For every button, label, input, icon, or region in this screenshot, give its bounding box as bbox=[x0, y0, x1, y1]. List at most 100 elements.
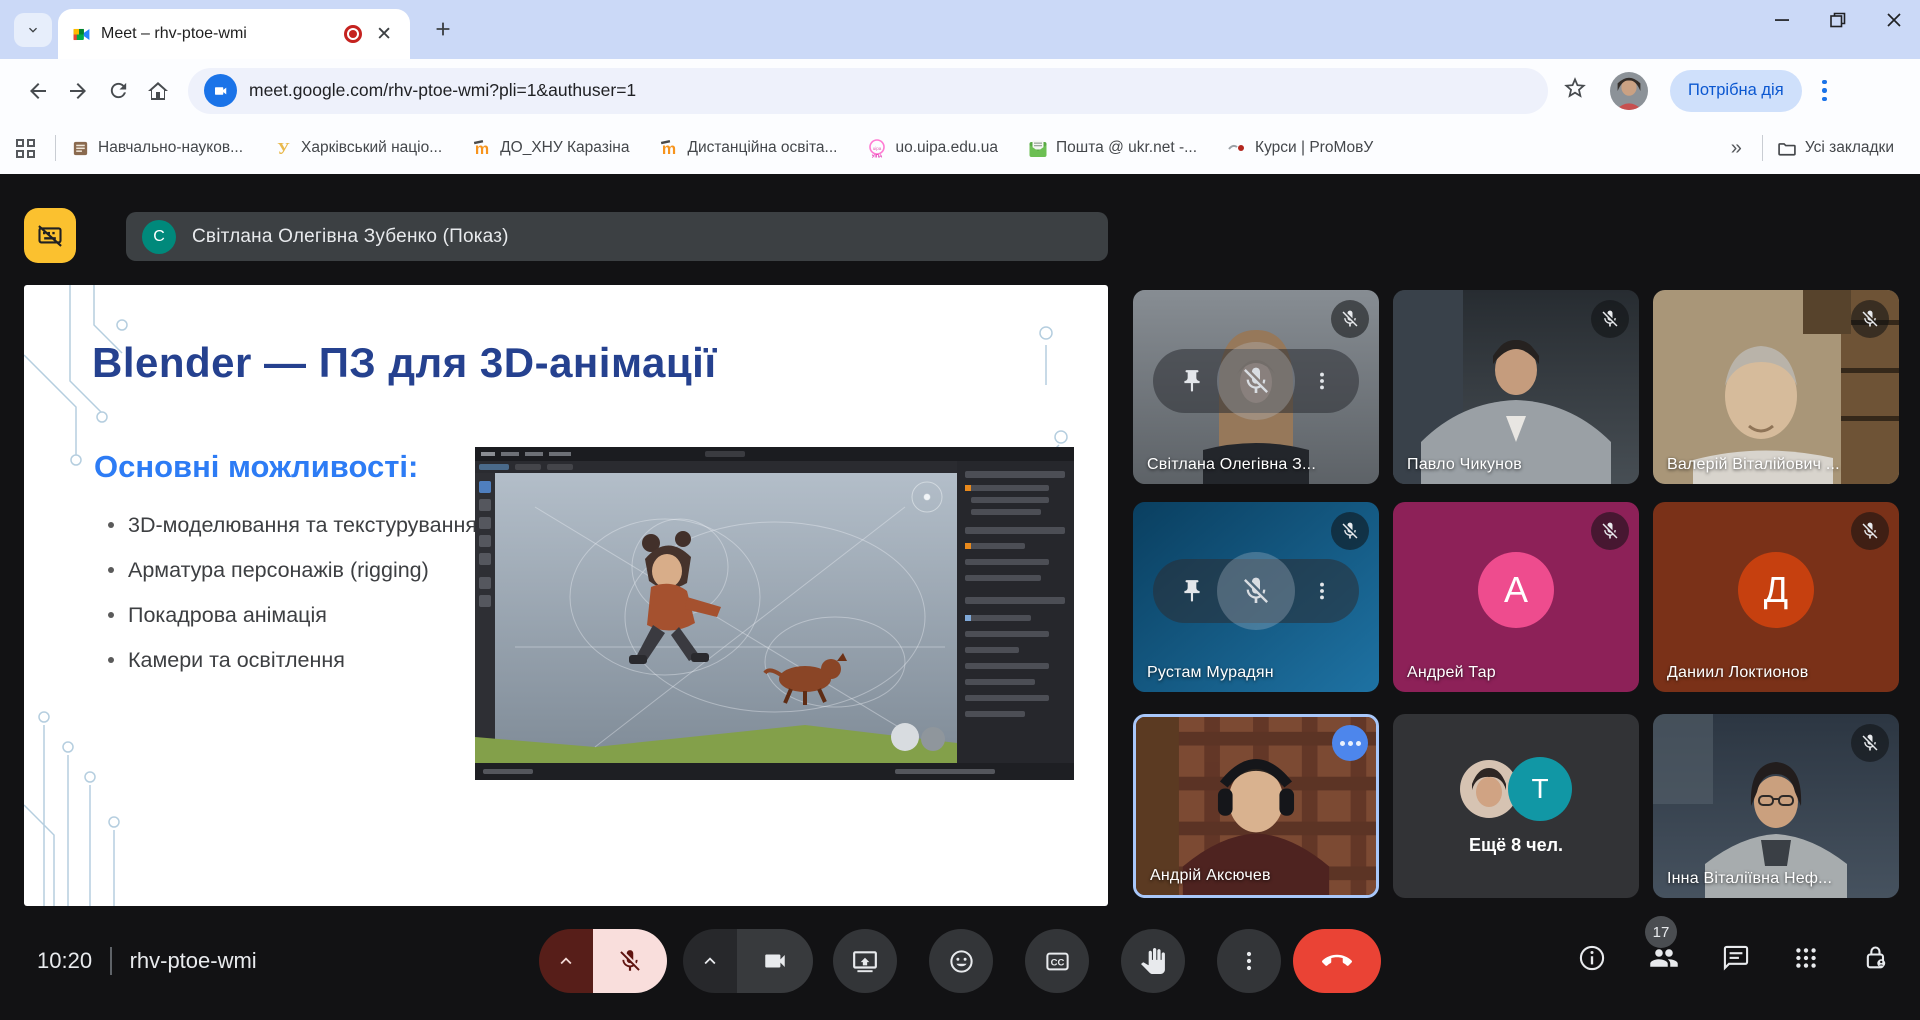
more-people-label: Ещё 8 чел. bbox=[1469, 835, 1563, 856]
slide-subtitle: Основні можливості: bbox=[94, 449, 418, 485]
minimize-icon[interactable] bbox=[1774, 12, 1790, 28]
tab-search-button[interactable] bbox=[14, 13, 52, 47]
mic-options-chevron[interactable] bbox=[539, 929, 593, 993]
muted-mic-icon bbox=[1851, 300, 1889, 338]
presentation-warning-button[interactable] bbox=[24, 208, 76, 263]
muted-mic-icon bbox=[1851, 512, 1889, 550]
bookmarks-overflow-icon[interactable]: » bbox=[1731, 137, 1742, 160]
divider bbox=[55, 135, 56, 161]
bookmark-item[interactable]: m Дистанційна освіта... bbox=[659, 138, 837, 158]
bookmark-item[interactable]: Курси | ProМовУ bbox=[1227, 138, 1373, 158]
participant-tile-svitlana[interactable]: Світлана Олегівна З... bbox=[1133, 290, 1379, 484]
participant-tile-inna[interactable]: Інна Віталіївна Неф... bbox=[1653, 714, 1899, 898]
end-call-button[interactable] bbox=[1293, 929, 1381, 993]
apps-grid-icon[interactable] bbox=[16, 139, 35, 158]
muted-mic-icon bbox=[1851, 724, 1889, 762]
tile-mic-toggle[interactable] bbox=[1217, 552, 1295, 630]
tab-strip: Meet – rhv-ptoe-wmi ✕ bbox=[0, 0, 1920, 59]
activities-grid-icon[interactable] bbox=[1793, 945, 1819, 971]
mic-button-group bbox=[539, 929, 667, 993]
back-button[interactable] bbox=[18, 71, 58, 111]
browser-window: Meet – rhv-ptoe-wmi ✕ meet.google.com/rh… bbox=[0, 0, 1920, 1020]
action-needed-chip[interactable]: Потрібна дія bbox=[1670, 70, 1802, 112]
bookmark-item[interactable]: Пошта @ ukr.net -... bbox=[1028, 138, 1197, 158]
participant-name: Валерій Віталійович ... bbox=[1667, 456, 1840, 474]
url-text: meet.google.com/rhv-ptoe-wmi?pli=1&authu… bbox=[249, 80, 636, 101]
participant-name: Світлана Олегівна З... bbox=[1147, 456, 1316, 474]
camera-button-group bbox=[683, 929, 813, 993]
participant-name: Андрій Аксючев bbox=[1150, 867, 1271, 885]
muted-mic-icon bbox=[1591, 300, 1629, 338]
book-icon bbox=[70, 138, 90, 158]
home-button[interactable] bbox=[138, 71, 178, 111]
hand-icon bbox=[1140, 948, 1166, 974]
svg-text:CC: CC bbox=[1050, 957, 1064, 968]
raise-hand-button[interactable] bbox=[1121, 929, 1185, 993]
reactions-button[interactable] bbox=[929, 929, 993, 993]
tab-close-icon[interactable]: ✕ bbox=[372, 23, 396, 46]
uipa-ring-icon: uipaУІПА bbox=[867, 138, 887, 158]
svg-text:uipa: uipa bbox=[873, 146, 882, 151]
bookmark-item[interactable]: У Харківський націо... bbox=[273, 138, 442, 158]
slide-bullet: Арматура персонажів (rigging) bbox=[108, 558, 477, 582]
muted-mic-icon bbox=[1591, 512, 1629, 550]
more-options-button[interactable] bbox=[1217, 929, 1281, 993]
tile-options-icon[interactable] bbox=[1332, 725, 1368, 761]
participant-tile-andrey[interactable]: А Андрей Тар bbox=[1393, 502, 1639, 692]
participant-tile-pavlo[interactable]: Павло Чикунов bbox=[1393, 290, 1639, 484]
meeting-meta: 10:20 rhv-ptoe-wmi bbox=[37, 947, 257, 975]
new-tab-button[interactable] bbox=[432, 18, 454, 45]
letter-avatar: Д bbox=[1738, 552, 1814, 628]
slide-bullet: 3D-моделювання та текстурування bbox=[108, 513, 477, 537]
more-options-icon[interactable] bbox=[1311, 580, 1333, 602]
pin-icon[interactable] bbox=[1179, 368, 1205, 394]
tile-mic-toggle[interactable] bbox=[1217, 342, 1295, 420]
profile-avatar[interactable] bbox=[1610, 72, 1648, 110]
divider bbox=[1762, 135, 1763, 161]
participant-tile-rustam[interactable]: Рустам Мурадян bbox=[1133, 502, 1379, 692]
bookmarks-bar: Навчально-науков... У Харківський націо.… bbox=[0, 122, 1920, 174]
host-controls-lock-icon[interactable] bbox=[1862, 944, 1890, 972]
presenter-name: Світлана Олегівна Зубенко (Показ) bbox=[192, 226, 509, 248]
svg-text:У: У bbox=[277, 139, 290, 158]
bookmark-item[interactable]: uipaУІПА uo.uipa.edu.ua bbox=[867, 138, 998, 158]
chat-icon[interactable] bbox=[1722, 944, 1750, 972]
keyboard-off-icon bbox=[36, 222, 64, 250]
present-icon bbox=[852, 948, 878, 974]
restore-icon[interactable] bbox=[1830, 12, 1846, 28]
camera-options-chevron[interactable] bbox=[683, 929, 737, 993]
captions-button[interactable]: CC bbox=[1025, 929, 1089, 993]
reload-button[interactable] bbox=[98, 71, 138, 111]
slide-title: Blender — ПЗ для 3D-анімації bbox=[92, 339, 717, 387]
camera-toggle-button[interactable] bbox=[737, 929, 813, 993]
participant-tile-andrii[interactable]: Андрій Аксючев bbox=[1133, 714, 1379, 898]
overflow-tile-more-people[interactable]: T Ещё 8 чел. bbox=[1393, 714, 1639, 898]
participant-tile-daniil[interactable]: Д Даниил Локтионов bbox=[1653, 502, 1899, 692]
call-end-icon bbox=[1322, 946, 1352, 976]
participant-tile-valerii[interactable]: Валерій Віталійович ... bbox=[1653, 290, 1899, 484]
promova-icon bbox=[1227, 138, 1247, 158]
bookmark-star-icon[interactable] bbox=[1562, 75, 1588, 106]
bookmark-item[interactable]: m ДО_ХНУ Каразіна bbox=[472, 138, 629, 158]
forward-button[interactable] bbox=[58, 71, 98, 111]
tab-title: Meet – rhv-ptoe-wmi bbox=[101, 25, 334, 43]
browser-menu-icon[interactable] bbox=[1812, 80, 1838, 102]
letter-avatar: А bbox=[1478, 552, 1554, 628]
present-button[interactable] bbox=[833, 929, 897, 993]
close-window-icon[interactable] bbox=[1886, 12, 1902, 28]
info-icon[interactable] bbox=[1578, 944, 1606, 972]
presented-slide[interactable]: Blender — ПЗ для 3D-анімації Основні мож… bbox=[24, 285, 1108, 906]
presenter-banner[interactable]: C Світлана Олегівна Зубенко (Показ) bbox=[126, 212, 1108, 261]
all-bookmarks-button[interactable]: Усі закладки bbox=[1777, 138, 1894, 158]
folder-icon bbox=[1777, 138, 1797, 158]
mic-toggle-button[interactable] bbox=[593, 929, 667, 993]
recording-indicator-icon bbox=[344, 25, 362, 43]
browser-tab[interactable]: Meet – rhv-ptoe-wmi ✕ bbox=[58, 9, 410, 59]
bookmark-item[interactable]: Навчально-науков... bbox=[70, 138, 243, 158]
participant-count-badge: 17 bbox=[1645, 916, 1677, 948]
more-options-icon[interactable] bbox=[1311, 370, 1333, 392]
slide-bullet-list: 3D-моделювання та текстурування Арматура… bbox=[108, 513, 477, 693]
pin-icon[interactable] bbox=[1179, 578, 1205, 604]
url-bar[interactable]: meet.google.com/rhv-ptoe-wmi?pli=1&authu… bbox=[188, 68, 1548, 114]
browser-toolbar: meet.google.com/rhv-ptoe-wmi?pli=1&authu… bbox=[0, 59, 1920, 122]
